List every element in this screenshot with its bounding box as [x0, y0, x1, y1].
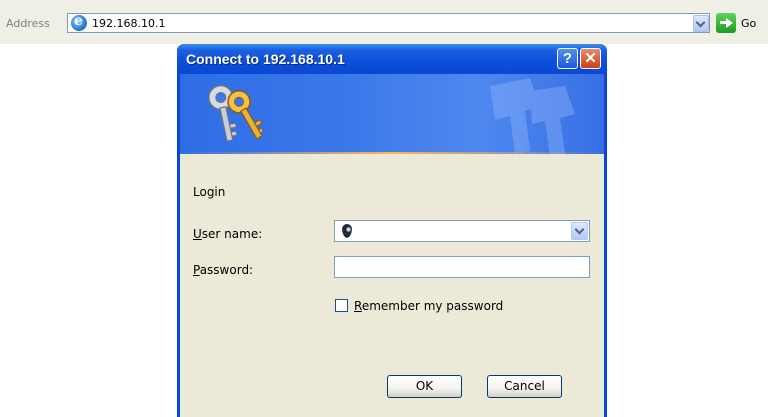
- close-button[interactable]: ✕: [580, 48, 601, 69]
- cancel-button[interactable]: Cancel: [487, 375, 562, 398]
- password-label: Password:: [193, 263, 254, 277]
- keys-watermark-icon: [490, 78, 575, 154]
- dialog-title: Connect to 192.168.10.1: [186, 51, 345, 67]
- ie-icon: [71, 13, 87, 31]
- dialog-body: Login User name: Password: Remember my p…: [180, 154, 604, 417]
- address-input[interactable]: 192.168.10.1: [67, 13, 710, 33]
- dialog-banner: [180, 74, 604, 154]
- login-dialog: Connect to 192.168.10.1 ? ✕ Login User n…: [177, 44, 607, 417]
- ok-button[interactable]: OK: [387, 375, 462, 398]
- password-input[interactable]: [334, 256, 590, 278]
- address-bar: Address 192.168.10.1 Go: [0, 0, 768, 44]
- address-dropdown-button[interactable]: [693, 15, 709, 32]
- remember-password-label[interactable]: Remember my password: [354, 299, 503, 313]
- username-combobox[interactable]: [334, 220, 590, 242]
- user-icon: [342, 224, 352, 238]
- address-text: 192.168.10.1: [92, 17, 166, 30]
- keys-icon: [208, 84, 262, 142]
- remember-password-checkbox[interactable]: [335, 299, 348, 312]
- go-arrow-icon[interactable]: [716, 13, 736, 33]
- go-button-label[interactable]: Go: [741, 17, 756, 30]
- address-label: Address: [6, 17, 50, 30]
- login-heading: Login: [193, 185, 226, 199]
- username-label: User name:: [193, 227, 263, 241]
- username-dropdown-button[interactable]: [571, 222, 588, 240]
- help-button[interactable]: ?: [557, 48, 578, 69]
- dialog-titlebar[interactable]: Connect to 192.168.10.1 ? ✕: [177, 44, 607, 74]
